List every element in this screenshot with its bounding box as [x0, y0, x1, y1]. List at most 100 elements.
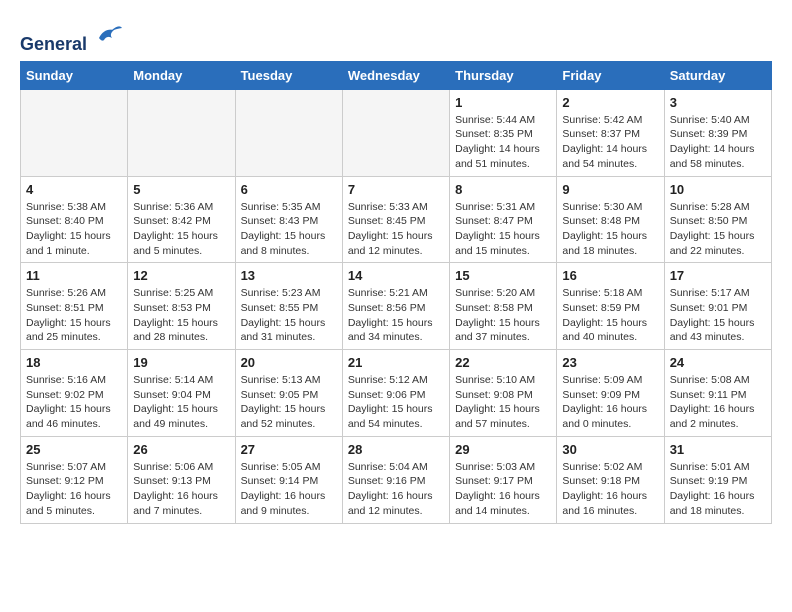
day-number: 25 [26, 442, 122, 457]
day-info: Sunrise: 5:36 AM Sunset: 8:42 PM Dayligh… [133, 200, 229, 259]
day-info: Sunrise: 5:44 AM Sunset: 8:35 PM Dayligh… [455, 113, 551, 172]
calendar-cell: 4 Sunrise: 5:38 AM Sunset: 8:40 PM Daylig… [21, 176, 128, 263]
calendar-cell: 24 Sunrise: 5:08 AM Sunset: 9:11 PM Dayli… [664, 350, 771, 437]
day-info: Sunrise: 5:13 AM Sunset: 9:05 PM Dayligh… [241, 373, 337, 432]
calendar-cell: 5 Sunrise: 5:36 AM Sunset: 8:42 PM Daylig… [128, 176, 235, 263]
calendar-cell: 12 Sunrise: 5:25 AM Sunset: 8:53 PM Dayli… [128, 263, 235, 350]
day-number: 26 [133, 442, 229, 457]
weekday-header: Wednesday [342, 61, 449, 89]
day-number: 1 [455, 95, 551, 110]
calendar-cell: 21 Sunrise: 5:12 AM Sunset: 9:06 PM Dayli… [342, 350, 449, 437]
day-info: Sunrise: 5:23 AM Sunset: 8:55 PM Dayligh… [241, 286, 337, 345]
day-info: Sunrise: 5:33 AM Sunset: 8:45 PM Dayligh… [348, 200, 444, 259]
day-number: 21 [348, 355, 444, 370]
calendar-cell: 13 Sunrise: 5:23 AM Sunset: 8:55 PM Dayli… [235, 263, 342, 350]
day-number: 13 [241, 268, 337, 283]
weekday-header: Thursday [450, 61, 557, 89]
calendar-cell: 27 Sunrise: 5:05 AM Sunset: 9:14 PM Dayli… [235, 436, 342, 523]
weekday-header: Sunday [21, 61, 128, 89]
day-info: Sunrise: 5:21 AM Sunset: 8:56 PM Dayligh… [348, 286, 444, 345]
calendar-cell: 18 Sunrise: 5:16 AM Sunset: 9:02 PM Dayli… [21, 350, 128, 437]
weekday-header: Monday [128, 61, 235, 89]
day-info: Sunrise: 5:01 AM Sunset: 9:19 PM Dayligh… [670, 460, 766, 519]
day-info: Sunrise: 5:06 AM Sunset: 9:13 PM Dayligh… [133, 460, 229, 519]
day-info: Sunrise: 5:09 AM Sunset: 9:09 PM Dayligh… [562, 373, 658, 432]
day-number: 12 [133, 268, 229, 283]
calendar-cell: 28 Sunrise: 5:04 AM Sunset: 9:16 PM Dayli… [342, 436, 449, 523]
calendar-cell: 1 Sunrise: 5:44 AM Sunset: 8:35 PM Daylig… [450, 89, 557, 176]
day-number: 30 [562, 442, 658, 457]
day-info: Sunrise: 5:40 AM Sunset: 8:39 PM Dayligh… [670, 113, 766, 172]
day-number: 28 [348, 442, 444, 457]
calendar-cell: 30 Sunrise: 5:02 AM Sunset: 9:18 PM Dayli… [557, 436, 664, 523]
day-number: 4 [26, 182, 122, 197]
day-info: Sunrise: 5:38 AM Sunset: 8:40 PM Dayligh… [26, 200, 122, 259]
calendar-cell: 31 Sunrise: 5:01 AM Sunset: 9:19 PM Dayli… [664, 436, 771, 523]
day-number: 11 [26, 268, 122, 283]
calendar-week-row: 1 Sunrise: 5:44 AM Sunset: 8:35 PM Daylig… [21, 89, 772, 176]
calendar-cell: 15 Sunrise: 5:20 AM Sunset: 8:58 PM Dayli… [450, 263, 557, 350]
day-info: Sunrise: 5:07 AM Sunset: 9:12 PM Dayligh… [26, 460, 122, 519]
day-info: Sunrise: 5:20 AM Sunset: 8:58 PM Dayligh… [455, 286, 551, 345]
calendar-cell: 16 Sunrise: 5:18 AM Sunset: 8:59 PM Dayli… [557, 263, 664, 350]
day-number: 31 [670, 442, 766, 457]
day-info: Sunrise: 5:08 AM Sunset: 9:11 PM Dayligh… [670, 373, 766, 432]
page-header: General [20, 20, 772, 51]
day-number: 15 [455, 268, 551, 283]
calendar-cell: 25 Sunrise: 5:07 AM Sunset: 9:12 PM Dayli… [21, 436, 128, 523]
calendar-cell: 10 Sunrise: 5:28 AM Sunset: 8:50 PM Dayli… [664, 176, 771, 263]
day-number: 27 [241, 442, 337, 457]
day-info: Sunrise: 5:26 AM Sunset: 8:51 PM Dayligh… [26, 286, 122, 345]
day-number: 29 [455, 442, 551, 457]
calendar-cell: 20Sunrise: 5:13 AM Sunset: 9:05 PM Dayli… [235, 350, 342, 437]
calendar-header-row: SundayMondayTuesdayWednesdayThursdayFrid… [21, 61, 772, 89]
calendar-week-row: 4 Sunrise: 5:38 AM Sunset: 8:40 PM Daylig… [21, 176, 772, 263]
calendar-table: SundayMondayTuesdayWednesdayThursdayFrid… [20, 61, 772, 524]
day-number: 2 [562, 95, 658, 110]
calendar-cell: 8 Sunrise: 5:31 AM Sunset: 8:47 PM Daylig… [450, 176, 557, 263]
calendar-cell: 14Sunrise: 5:21 AM Sunset: 8:56 PM Dayli… [342, 263, 449, 350]
calendar-cell [21, 89, 128, 176]
day-info: Sunrise: 5:14 AM Sunset: 9:04 PM Dayligh… [133, 373, 229, 432]
day-info: Sunrise: 5:42 AM Sunset: 8:37 PM Dayligh… [562, 113, 658, 172]
day-info: Sunrise: 5:05 AM Sunset: 9:14 PM Dayligh… [241, 460, 337, 519]
day-number: 22 [455, 355, 551, 370]
calendar-cell: 29 Sunrise: 5:03 AM Sunset: 9:17 PM Dayli… [450, 436, 557, 523]
day-info: Sunrise: 5:16 AM Sunset: 9:02 PM Dayligh… [26, 373, 122, 432]
day-number: 6 [241, 182, 337, 197]
day-number: 5 [133, 182, 229, 197]
calendar-cell: 6 Sunrise: 5:35 AM Sunset: 8:43 PM Daylig… [235, 176, 342, 263]
day-number: 8 [455, 182, 551, 197]
day-number: 17 [670, 268, 766, 283]
calendar-week-row: 18 Sunrise: 5:16 AM Sunset: 9:02 PM Dayli… [21, 350, 772, 437]
calendar-week-row: 25 Sunrise: 5:07 AM Sunset: 9:12 PM Dayli… [21, 436, 772, 523]
day-info: Sunrise: 5:12 AM Sunset: 9:06 PM Dayligh… [348, 373, 444, 432]
day-info: Sunrise: 5:03 AM Sunset: 9:17 PM Dayligh… [455, 460, 551, 519]
calendar-cell: 26 Sunrise: 5:06 AM Sunset: 9:13 PM Dayli… [128, 436, 235, 523]
day-number: 3 [670, 95, 766, 110]
day-info: Sunrise: 5:04 AM Sunset: 9:16 PM Dayligh… [348, 460, 444, 519]
day-info: Sunrise: 5:02 AM Sunset: 9:18 PM Dayligh… [562, 460, 658, 519]
day-number: 16 [562, 268, 658, 283]
day-info: Sunrise: 5:35 AM Sunset: 8:43 PM Dayligh… [241, 200, 337, 259]
day-info: Sunrise: 5:25 AM Sunset: 8:53 PM Dayligh… [133, 286, 229, 345]
day-info: Sunrise: 5:28 AM Sunset: 8:50 PM Dayligh… [670, 200, 766, 259]
calendar-cell: 19 Sunrise: 5:14 AM Sunset: 9:04 PM Dayli… [128, 350, 235, 437]
day-number: 23 [562, 355, 658, 370]
day-number: 10 [670, 182, 766, 197]
day-number: 7 [348, 182, 444, 197]
weekday-header: Friday [557, 61, 664, 89]
day-number: 19 [133, 355, 229, 370]
calendar-cell: 7 Sunrise: 5:33 AM Sunset: 8:45 PM Daylig… [342, 176, 449, 263]
calendar-cell [342, 89, 449, 176]
day-number: 18 [26, 355, 122, 370]
logo-bird-icon [94, 20, 124, 50]
calendar-cell: 3 Sunrise: 5:40 AM Sunset: 8:39 PM Daylig… [664, 89, 771, 176]
calendar-cell [128, 89, 235, 176]
day-info: Sunrise: 5:18 AM Sunset: 8:59 PM Dayligh… [562, 286, 658, 345]
day-info: Sunrise: 5:31 AM Sunset: 8:47 PM Dayligh… [455, 200, 551, 259]
day-info: Sunrise: 5:10 AM Sunset: 9:08 PM Dayligh… [455, 373, 551, 432]
day-number: 24 [670, 355, 766, 370]
calendar-cell [235, 89, 342, 176]
day-number: 9 [562, 182, 658, 197]
